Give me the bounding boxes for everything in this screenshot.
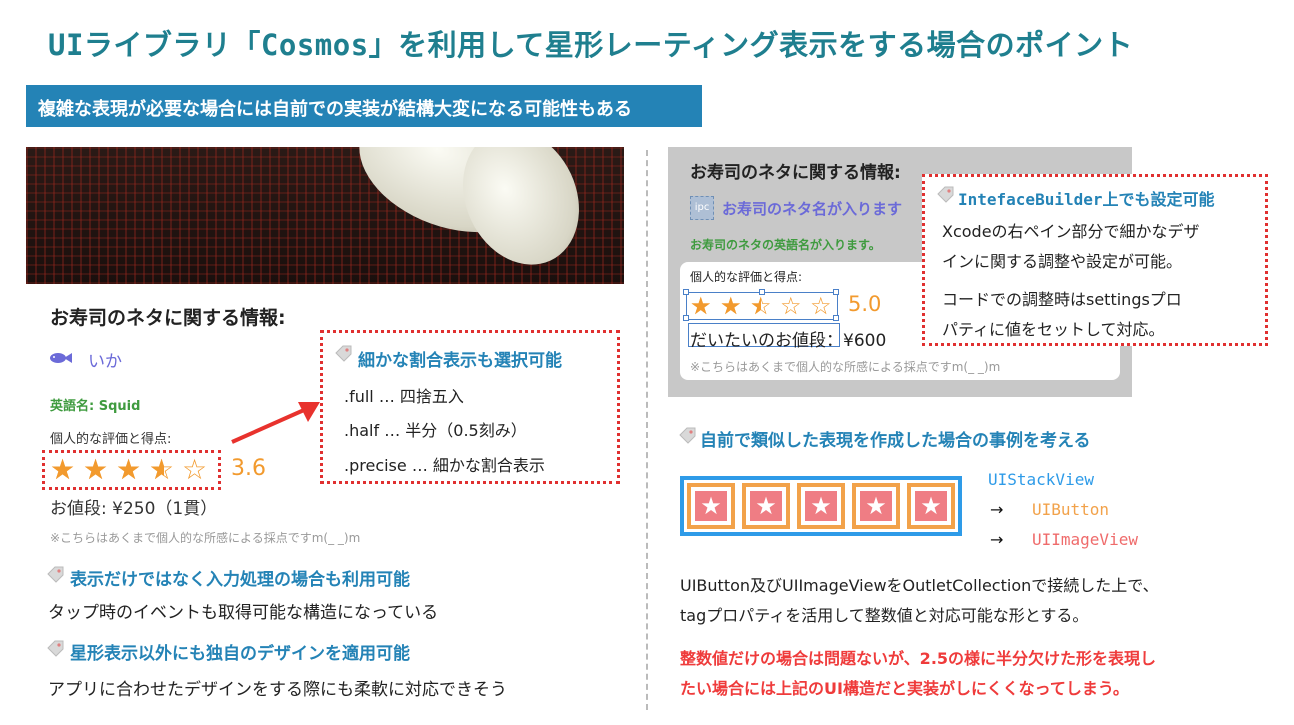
custom-impl-desc: UIButton及びUIImageViewをOutletCollectionで接… [680, 571, 1159, 631]
legend-uistackview: UIStackView [988, 470, 1094, 489]
star-icon[interactable]: ☆★ [750, 294, 774, 318]
custom-impl-warning-line: たい場合には上記のUI構造だと実装がしにくくなってしまう。 [680, 679, 1129, 698]
star-icon[interactable]: ☆★ [116, 456, 144, 484]
price-text: お値段: ¥250（1貫） [50, 499, 218, 519]
arrow-right-icon: → [990, 530, 1004, 549]
tag-icon [937, 186, 954, 203]
custom-impl-desc-line: UIButton及びUIImageViewをOutletCollectionで接… [680, 576, 1159, 595]
star-icon: ★ [695, 491, 727, 521]
star-icon[interactable]: ☆★ [149, 456, 177, 484]
slide-title: UIライブラリ「Cosmos」を利用して星形レーティング表示をする場合のポイント [48, 28, 1134, 62]
tag-icon [679, 427, 696, 444]
feature-design-desc: アプリに合わせたデザインをする際にも柔軟に対応できそう [48, 680, 507, 700]
ib-rating-stars[interactable]: ☆★☆★☆★☆★☆★ [690, 294, 840, 318]
star-icon: ★ [750, 491, 782, 521]
settings-desc-line: パティに値をセットして対応。 [942, 320, 1165, 339]
star-icon[interactable]: ☆★ [690, 294, 714, 318]
settings-desc: コードでの調整時はsettingsプロ パティに値をセットして対応。 [942, 285, 1182, 345]
tag-icon [47, 640, 64, 657]
star-icon[interactable]: ☆★ [810, 294, 834, 318]
sushi-photo [26, 147, 624, 284]
star-icon[interactable]: ☆★ [720, 294, 744, 318]
rating-stars[interactable]: ☆★☆★☆★☆★☆★ [50, 456, 220, 486]
tag-icon [335, 345, 352, 362]
feature-input-desc: タップ時のイベントも取得可能な構造になっている [48, 603, 439, 623]
custom-impl-warning: 整数値だけの場合は問題ないが、2.5の様に半分欠けた形を表現し たい場合には上記… [680, 644, 1156, 704]
legend-uiimageview: UIImageView [1032, 530, 1138, 549]
star-icon: ★ [805, 491, 837, 521]
uibutton-cell: ★ [742, 483, 790, 529]
star-icon[interactable]: ☆★ [83, 456, 111, 484]
info-title: お寿司のネタに関する情報: [50, 307, 286, 329]
option-half: .half … 半分（0.5刻み） [344, 421, 527, 440]
rating-label: 個人的な評価と得点: [50, 432, 172, 447]
precision-options-title: 細かな割合表示も選択可能 [358, 351, 562, 371]
ib-desc-line: Xcodeの右ペイン部分で細かなデザ [942, 222, 1200, 241]
custom-impl-heading: 自前で類似した表現を作成した場合の事例を考える [700, 431, 1091, 451]
option-precise: .precise … 細かな割合表示 [344, 456, 545, 475]
option-full: .full … 四捨五入 [344, 387, 464, 406]
fish-icon [50, 353, 72, 363]
custom-impl-warning-line: 整数値だけの場合は問題ないが、2.5の様に半分欠けた形を表現し [680, 649, 1157, 668]
interface-builder-title: IntefaceBuilder上でも設定可能 [958, 190, 1215, 209]
ib-english-placeholder: お寿司のネタの英語名が入ります。 [690, 238, 881, 252]
uibutton-cell: ★ [797, 483, 845, 529]
ib-neta-placeholder: お寿司のネタ名が入ります [722, 200, 903, 218]
ib-price-text: だいたいのお値段：¥600 [690, 331, 887, 351]
star-icon[interactable]: ☆★ [50, 456, 78, 484]
subtitle-banner: 複雑な表現が必要な場合には自前での実装が結構大変になる可能性もある [26, 85, 702, 127]
feature-design-title: 星形表示以外にも独自のデザインを適用可能 [70, 644, 410, 664]
ib-info-title: お寿司のネタに関する情報: [690, 163, 901, 183]
star-icon: ★ [915, 491, 947, 521]
uibutton-cell: ★ [687, 483, 735, 529]
uibutton-cell: ★ [852, 483, 900, 529]
star-icon[interactable]: ☆★ [780, 294, 804, 318]
feature-input-title: 表示だけではなく入力処理の場合も利用可能 [70, 570, 410, 590]
interface-builder-desc: Xcodeの右ペイン部分で細かなデザ インに関する調整や設定が可能。 [942, 217, 1200, 277]
image-placeholder-icon: ipc [690, 196, 714, 220]
tag-icon [47, 566, 64, 583]
rating-score: 3.6 [231, 456, 266, 481]
settings-desc-line: コードでの調整時はsettingsプロ [942, 290, 1182, 309]
star-icon[interactable]: ☆★ [182, 456, 210, 484]
ib-rating-label: 個人的な評価と得点: [690, 270, 803, 284]
english-name: 英語名: Squid [50, 399, 141, 414]
column-divider [646, 150, 648, 710]
neta-name: いか [88, 352, 122, 372]
red-arrow-icon [231, 402, 320, 444]
ib-rating-note: ※こちらはあくまで個人的な所感による採点ですm(_ _)m [690, 360, 1001, 374]
uibutton-cell: ★ [907, 483, 955, 529]
arrow-right-icon: → [990, 500, 1004, 519]
custom-impl-desc-line: tagプロパティを活用して整数値と対応可能な形とする。 [680, 606, 1089, 625]
ib-desc-line: インに関する調整や設定が可能。 [942, 252, 1183, 271]
star-icon: ★ [860, 491, 892, 521]
ib-rating-score: 5.0 [848, 292, 882, 316]
rating-note: ※こちらはあくまで個人的な所感による採点ですm(_ _)m [50, 531, 361, 545]
legend-uibutton: UIButton [1032, 500, 1110, 519]
